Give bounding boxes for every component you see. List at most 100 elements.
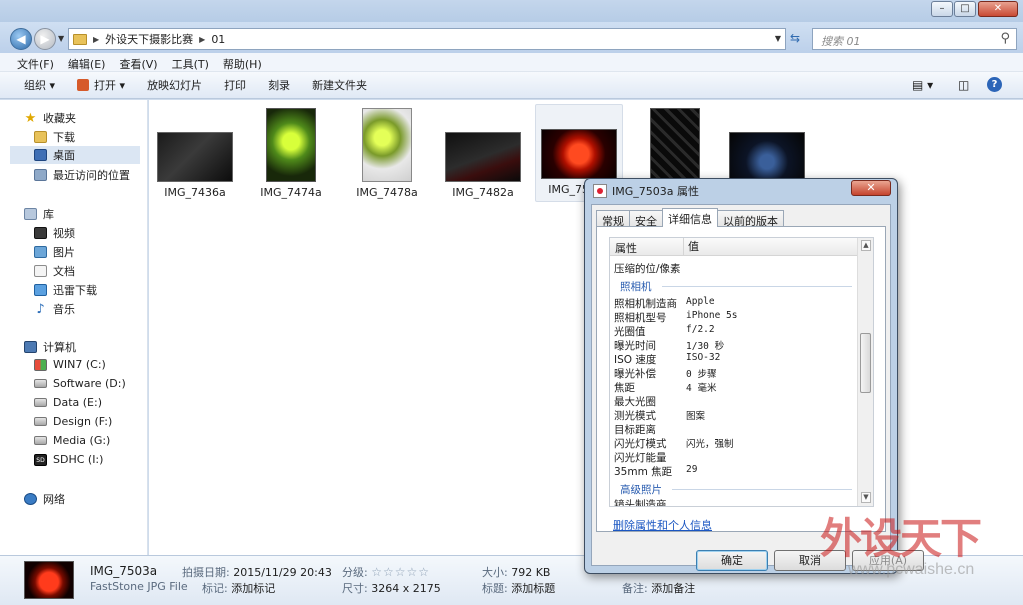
nav-network[interactable]: 网络 <box>24 491 65 507</box>
burn-button[interactable]: 刻录 <box>260 77 298 93</box>
file-thumbnail[interactable]: IMG_7478a <box>347 108 427 199</box>
nav-desktop[interactable]: 桌面 <box>10 146 140 164</box>
property-row[interactable]: 镜头制造商 <box>614 497 667 506</box>
nav-favorites[interactable]: ★ 收藏夹 <box>24 110 76 126</box>
file-thumbnail[interactable]: IMG_7474a <box>251 108 331 199</box>
nav-drive-e[interactable]: Data (E:) <box>34 396 102 409</box>
remove-properties-link[interactable]: 删除属性和个人信息 <box>613 517 712 533</box>
file-thumbnail[interactable]: IMG_7482a <box>443 132 523 199</box>
scroll-up-icon[interactable]: ▲ <box>861 240 871 251</box>
tab-security[interactable]: 安全 <box>629 210 663 228</box>
property-list[interactable]: 属性 值 压缩的位/像素 照相机 照相机制造商 Apple 照相机型号 iPhone… <box>609 237 874 507</box>
forward-button[interactable]: ▶ <box>34 28 56 50</box>
property-row[interactable]: 最大光圈 <box>614 394 656 409</box>
nav-videos[interactable]: 视频 <box>34 225 75 241</box>
nav-documents[interactable]: 文档 <box>34 263 75 279</box>
open-button[interactable]: 打开 ▾ <box>69 77 133 93</box>
nav-drive-g-label: Media (G:) <box>53 434 111 447</box>
breadcrumb-separator-icon[interactable]: ▶ <box>93 35 99 44</box>
scrollbar-thumb[interactable] <box>860 333 871 393</box>
nav-thunder-downloads[interactable]: 迅雷下载 <box>34 282 97 298</box>
print-button[interactable]: 打印 <box>216 77 254 93</box>
maximize-button[interactable]: □ <box>954 1 976 17</box>
preview-pane-icon[interactable]: ◫ <box>958 78 969 92</box>
tab-general[interactable]: 常规 <box>596 210 630 228</box>
nav-drive-f[interactable]: Design (F:) <box>34 415 112 428</box>
column-header-property[interactable]: 属性 <box>615 240 637 256</box>
photo-thumbnail-image <box>650 108 700 182</box>
property-row[interactable]: 焦距 4 毫米 <box>614 380 716 395</box>
menu-tools[interactable]: 工具(T) <box>165 53 216 71</box>
breadcrumb-separator-icon[interactable]: ▶ <box>199 35 205 44</box>
menu-view[interactable]: 查看(V) <box>112 53 164 71</box>
nav-drive-d[interactable]: Software (D:) <box>34 377 126 390</box>
nav-music[interactable]: ♪ 音乐 <box>34 301 75 317</box>
nav-pictures[interactable]: 图片 <box>34 244 75 260</box>
tab-previous-versions[interactable]: 以前的版本 <box>717 210 784 228</box>
nav-recent[interactable]: 最近访问的位置 <box>34 167 130 183</box>
view-options-icon[interactable]: ▤ ▾ <box>912 78 933 92</box>
nav-downloads[interactable]: 下载 <box>34 129 75 145</box>
scroll-down-icon[interactable]: ▼ <box>861 492 871 503</box>
breadcrumb-segment[interactable]: 01 <box>211 33 225 46</box>
recent-pages-dropdown[interactable]: ▼ <box>58 34 64 43</box>
property-row[interactable]: 照相机制造商 Apple <box>614 296 715 311</box>
hard-drive-icon <box>34 379 47 388</box>
breadcrumb-segment[interactable]: 外设天下摄影比赛 <box>105 31 193 47</box>
file-thumbnail[interactable] <box>635 108 715 186</box>
details-comments[interactable]: 备注: 添加备注 <box>622 580 695 596</box>
property-row[interactable]: ISO 速度 ISO-32 <box>614 352 720 367</box>
address-dropdown-icon[interactable]: ▼ <box>775 34 781 43</box>
network-icon <box>24 493 37 505</box>
search-icon[interactable]: ⚲ <box>1000 31 1010 46</box>
property-row[interactable]: 35mm 焦距 29 <box>614 464 697 479</box>
image-file-icon <box>593 184 607 198</box>
open-label: 打开 ▾ <box>94 79 126 92</box>
section-camera: 照相机 <box>620 281 652 293</box>
file-thumbnail[interactable]: IMG_7436a <box>155 132 235 199</box>
minimize-button[interactable]: – <box>931 1 953 17</box>
refresh-icon[interactable]: ⇆ <box>790 31 800 45</box>
property-row[interactable]: 压缩的位/像素 <box>614 261 681 276</box>
nav-drive-f-label: Design (F:) <box>53 415 113 428</box>
menu-edit[interactable]: 编辑(E) <box>61 53 113 71</box>
nav-drive-i[interactable]: SD SDHC (I:) <box>34 453 103 466</box>
property-list-scrollbar[interactable]: ▲ ▼ <box>857 238 873 506</box>
property-row[interactable]: 测光模式 图案 <box>614 408 705 423</box>
dialog-titlebar: IMG_7503a 属性 <box>593 183 699 199</box>
menu-help[interactable]: 帮助(H) <box>216 53 269 71</box>
details-title[interactable]: 标题: 添加标题 <box>482 580 555 596</box>
property-row[interactable]: 曝光时间 1/30 秒 <box>614 338 724 353</box>
new-folder-button[interactable]: 新建文件夹 <box>304 77 375 93</box>
details-tags[interactable]: 标记: 添加标记 <box>202 580 275 596</box>
column-header-value[interactable]: 值 <box>683 238 699 256</box>
details-tab-panel: 属性 值 压缩的位/像素 照相机 照相机制造商 Apple 照相机型号 iPhone… <box>596 226 886 532</box>
property-row[interactable]: 闪光灯能量 <box>614 450 667 465</box>
details-rating[interactable]: 分级: ☆☆☆☆☆ <box>342 564 430 580</box>
burn-label: 刻录 <box>268 79 291 92</box>
address-bar[interactable]: ▶ 外设天下摄影比赛 ▶ 01 ▼ <box>68 28 786 50</box>
nav-drive-g[interactable]: Media (G:) <box>34 434 110 447</box>
nav-computer[interactable]: 计算机 <box>24 339 76 355</box>
search-input[interactable]: 搜索 01 ⚲ <box>812 28 1017 50</box>
property-row[interactable]: 光圈值 f/2.2 <box>614 324 715 339</box>
nav-libraries[interactable]: 库 <box>24 206 54 222</box>
recent-places-icon <box>34 169 47 181</box>
menu-file[interactable]: 文件(F) <box>10 53 61 71</box>
close-button[interactable]: ✕ <box>978 1 1018 17</box>
back-button[interactable]: ◀ <box>10 28 32 50</box>
slideshow-button[interactable]: 放映幻灯片 <box>139 77 210 93</box>
property-list-header: 属性 值 <box>610 238 858 256</box>
rating-stars-icon[interactable]: ☆☆☆☆☆ <box>371 565 430 579</box>
organize-button[interactable]: 组织 ▾ <box>16 77 63 93</box>
dialog-close-button[interactable]: ✕ <box>851 180 891 196</box>
tab-details[interactable]: 详细信息 <box>662 208 718 227</box>
property-row[interactable]: 目标距离 <box>614 422 656 437</box>
property-row[interactable]: 闪光灯模式 闪光，强制 <box>614 436 734 451</box>
help-icon[interactable]: ? <box>987 77 1002 92</box>
ok-button[interactable]: 确定 <box>696 550 768 571</box>
property-row[interactable]: 曝光补偿 0 步骤 <box>614 366 716 381</box>
pictures-icon <box>34 246 47 258</box>
property-row[interactable]: 照相机型号 iPhone 5s <box>614 310 737 325</box>
nav-drive-c[interactable]: WIN7 (C:) <box>34 358 106 371</box>
